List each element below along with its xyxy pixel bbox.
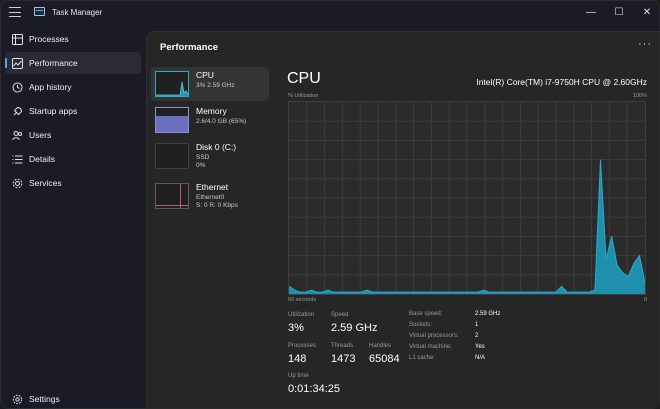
processes-icon (11, 33, 23, 45)
sidebar-item-services[interactable]: Services (5, 172, 141, 194)
sidebar-item-startup-apps[interactable]: Startup apps (5, 100, 141, 122)
app-title: Task Manager (52, 8, 103, 17)
device-detail: 0% (196, 162, 206, 169)
device-detail: 2.6/4.0 GB (65%) (196, 118, 247, 125)
utilization-label: Utilization (288, 312, 315, 318)
spec-label: Sockets: (409, 322, 433, 328)
device-detail: S: 0 R: 0 Kbps (196, 202, 238, 209)
memory-thumbnail-graph (155, 107, 189, 133)
cpu-utilization-graph (288, 101, 646, 295)
cpu-thumbnail-graph (155, 71, 189, 97)
close-button[interactable]: ✕ (633, 1, 659, 23)
sidebar-item-details[interactable]: Details (5, 148, 141, 170)
device-item-ethernet[interactable]: Ethernet Ethernet0 S: 0 R: 0 Kbps (151, 179, 269, 213)
sidebar-item-label: Startup apps (29, 106, 78, 116)
device-detail: SSD (196, 154, 210, 161)
cpu-utilization-plot (288, 102, 646, 294)
device-item-cpu[interactable]: CPU 3% 2.59 GHz (151, 67, 269, 101)
graph-y-max-label: 100% (632, 93, 647, 99)
speed-label: Speed (331, 312, 349, 318)
device-name: CPU (196, 70, 214, 80)
sidebar-item-label: Services (29, 178, 62, 188)
minimize-button[interactable]: — (577, 1, 605, 23)
device-detail: Ethernet0 (196, 194, 225, 201)
startup-icon (11, 105, 23, 117)
spec-label: Virtual processors: (409, 333, 459, 339)
sidebar-item-app-history[interactable]: App history (5, 76, 141, 98)
uptime-label: Up time (288, 373, 309, 379)
sidebar: Processes Performance App history Startu… (1, 25, 145, 408)
handles-label: Handles (369, 343, 392, 349)
threads-value: 1473 (331, 353, 356, 365)
processes-value: 148 (288, 353, 307, 365)
sidebar-item-label: Details (29, 154, 55, 164)
device-name: Disk 0 (C:) (196, 142, 237, 152)
sidebar-item-label: App history (29, 82, 72, 92)
history-icon (11, 81, 23, 93)
graph-x-right-label: 0 (643, 297, 647, 303)
sidebar-item-performance[interactable]: Performance (5, 52, 141, 74)
device-detail: 3% 2.59 GHz (196, 82, 235, 89)
sidebar-item-label: Settings (29, 394, 60, 404)
page-title: Performance (160, 42, 219, 53)
spec-label: L1 cache: (409, 355, 436, 361)
cpu-heading: CPU (287, 70, 321, 87)
cpu-model-name: Intel(R) Core(TM) i7-9750H CPU @ 2.60GHz (476, 77, 647, 87)
title-bar: Task Manager — ☐ ✕ (1, 1, 659, 23)
sidebar-item-users[interactable]: Users (5, 124, 141, 146)
spec-value: 2 (475, 333, 479, 339)
device-name: Memory (196, 106, 227, 116)
graph-y-label: % Utilization (288, 93, 319, 99)
utilization-value: 3% (288, 322, 304, 334)
speed-value: 2.59 GHz (331, 322, 378, 334)
graph-x-left-label: 60 seconds (288, 297, 317, 303)
spec-value: N/A (475, 355, 486, 361)
users-icon (11, 129, 23, 141)
spec-value: 1 (475, 322, 479, 328)
sidebar-item-label: Users (29, 130, 52, 140)
spec-label: Virtual machine: (409, 344, 452, 350)
disk-thumbnail-graph (155, 143, 189, 169)
processes-label: Processes (288, 343, 317, 349)
gear-icon (11, 393, 23, 405)
performance-icon (11, 57, 23, 69)
task-manager-app-icon (34, 7, 45, 16)
ethernet-thumbnail-graph (155, 183, 189, 209)
handles-value: 65084 (369, 353, 400, 365)
sidebar-item-processes[interactable]: Processes (5, 28, 141, 50)
sidebar-item-settings[interactable]: Settings (5, 388, 141, 408)
maximize-button[interactable]: ☐ (605, 1, 633, 23)
uptime-value: 0:01:34:25 (288, 383, 340, 395)
sidebar-item-label: Performance (29, 58, 78, 68)
threads-label: Threads (331, 343, 354, 349)
device-name: Ethernet (196, 182, 229, 192)
device-item-memory[interactable]: Memory 2.6/4.0 GB (65%) (151, 103, 269, 137)
details-icon (11, 153, 23, 165)
task-manager-window: Task Manager — ☐ ✕ Processes Performance… (0, 0, 660, 409)
more-options-button[interactable]: ··· (638, 38, 652, 50)
spec-value: 2.59 GHz (475, 311, 501, 317)
spec-value: Yes (475, 344, 485, 350)
window-controls: — ☐ ✕ (577, 1, 659, 23)
performance-panel: Performance ··· CPU 3% 2.59 GHz Memory 2… (146, 31, 659, 408)
spec-label: Base speed: (409, 311, 443, 317)
hamburger-menu-icon[interactable] (9, 6, 21, 18)
device-item-disk[interactable]: Disk 0 (C:) SSD 0% (151, 139, 269, 173)
services-icon (11, 177, 23, 189)
sidebar-item-label: Processes (29, 34, 69, 44)
